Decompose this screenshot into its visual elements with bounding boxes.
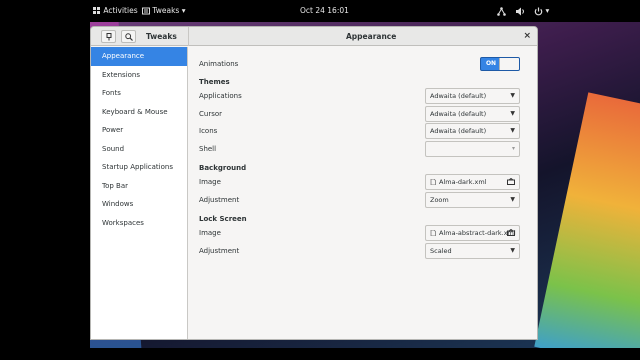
dropdown-value: Zoom — [430, 196, 449, 204]
wallpaper-stripe-right — [534, 92, 640, 348]
activities-button[interactable]: Activities — [93, 0, 138, 22]
clock[interactable]: Oct 24 16:01 — [300, 0, 349, 22]
pin-button[interactable] — [101, 30, 116, 43]
dropdown-value: Adwaita (default) — [430, 110, 487, 118]
sidebar-item-label: Fonts — [102, 89, 121, 97]
sidebar-item-windows[interactable]: Windows — [91, 195, 187, 214]
chevron-down-icon: ▼ — [510, 127, 515, 134]
sidebar-item-label: Power — [102, 126, 124, 134]
sidebar-item-workspaces[interactable]: Workspaces — [91, 214, 187, 233]
lock-image-label: Image — [199, 229, 221, 237]
sidebar-title: Tweaks — [146, 32, 177, 41]
chevron-down-icon: ▼ — [510, 92, 515, 99]
icons-row: Icons Adwaita (default) ▼ — [199, 123, 529, 139]
sidebar-item-top-bar[interactable]: Top Bar — [91, 177, 187, 196]
sidebar-item-label: Windows — [102, 200, 134, 208]
background-image-row: Image Alma-dark.xml — [199, 174, 529, 190]
applications-theme-dropdown[interactable]: Adwaita (default) ▼ — [425, 88, 520, 104]
app-menu[interactable]: Tweaks ▾ — [142, 0, 185, 22]
tweaks-window: Tweaks Appearance × Appearance Extension… — [90, 26, 538, 340]
pin-icon — [106, 33, 111, 41]
animations-label: Animations — [199, 60, 239, 68]
cursor-theme-dropdown[interactable]: Adwaita (default) ▼ — [425, 106, 520, 122]
lock-adjustment-row: Adjustment Scaled ▼ — [199, 243, 529, 259]
shell-row: Shell ▾ — [199, 141, 529, 157]
icons-label: Icons — [199, 127, 218, 135]
background-adjustment-dropdown[interactable]: Zoom ▼ — [425, 192, 520, 208]
chevron-down-icon: ▼ — [510, 247, 515, 254]
search-icon — [124, 33, 133, 41]
image-picker-icon — [507, 229, 515, 236]
search-button[interactable] — [121, 30, 136, 43]
sidebar-item-label: Workspaces — [102, 218, 144, 227]
lock-adjustment-label: Adjustment — [199, 247, 240, 255]
activities-icon — [93, 7, 100, 14]
volume-icon — [515, 7, 524, 15]
themes-heading: Themes — [199, 78, 230, 86]
animations-switch[interactable]: ON — [480, 57, 520, 71]
file-chooser-value: Alma-abstract-dark.xml — [439, 229, 516, 237]
lock-screen-heading: Lock Screen — [199, 215, 247, 223]
cursor-row: Cursor Adwaita (default) ▼ — [199, 106, 529, 122]
sidebar-item-keyboard-mouse[interactable]: Keyboard & Mouse — [91, 103, 187, 122]
network-icon — [497, 6, 506, 16]
sidebar-item-label: Keyboard & Mouse — [102, 107, 168, 116]
background-heading: Background — [199, 164, 247, 172]
applications-row: Applications Adwaita (default) ▼ — [199, 88, 529, 104]
system-menu[interactable]: ▾ — [497, 0, 549, 22]
animations-row: Animations ON — [199, 56, 529, 72]
shell-theme-dropdown[interactable]: ▾ — [425, 141, 520, 157]
background-image-label: Image — [199, 178, 221, 186]
sidebar: Appearance Extensions Fonts Keyboard & M… — [91, 47, 188, 339]
sidebar-item-power[interactable]: Power — [91, 121, 187, 140]
top-bar: Activities Tweaks ▾ Oct 24 16:01 ▾ — [0, 0, 640, 22]
activities-label: Activities — [103, 6, 138, 15]
file-icon — [430, 230, 436, 236]
sidebar-item-appearance[interactable]: Appearance — [91, 47, 187, 66]
chevron-down-icon: ▼ — [510, 196, 515, 203]
lock-adjustment-dropdown[interactable]: Scaled ▼ — [425, 243, 520, 259]
sidebar-item-fonts[interactable]: Fonts — [91, 84, 187, 103]
chevron-down-icon: ▾ — [511, 145, 515, 152]
cursor-label: Cursor — [199, 110, 223, 118]
chevron-down-icon: ▾ — [545, 6, 550, 15]
dropdown-value: Adwaita (default) — [430, 92, 487, 100]
sidebar-item-label: Extensions — [102, 70, 141, 79]
lock-image-chooser[interactable]: Alma-abstract-dark.xml — [425, 225, 520, 241]
background-adjustment-row: Adjustment Zoom ▼ — [199, 192, 529, 208]
file-icon — [430, 179, 436, 185]
file-chooser-value: Alma-dark.xml — [439, 178, 487, 186]
sidebar-item-label: Startup Applications — [102, 163, 173, 171]
image-picker-icon — [507, 178, 515, 185]
dropdown-value: Scaled — [430, 247, 452, 255]
page-title: Appearance — [346, 32, 397, 41]
header-divider — [188, 27, 189, 46]
header-bar: Tweaks Appearance × — [91, 27, 537, 46]
sidebar-item-label: Sound — [102, 144, 125, 153]
chevron-down-icon: ▾ — [181, 6, 186, 15]
background-image-chooser[interactable]: Alma-dark.xml — [425, 174, 520, 190]
sidebar-item-label: Appearance — [102, 52, 145, 60]
power-icon — [534, 7, 543, 15]
switch-state-label: ON — [485, 60, 497, 67]
sidebar-item-extensions[interactable]: Extensions — [91, 66, 187, 85]
dropdown-value: Adwaita (default) — [430, 127, 487, 135]
tweaks-app-icon — [142, 7, 150, 15]
sidebar-item-startup-applications[interactable]: Startup Applications — [91, 158, 187, 177]
applications-label: Applications — [199, 92, 242, 100]
close-button[interactable]: × — [523, 27, 531, 46]
sidebar-item-label: Top Bar — [102, 181, 129, 190]
chevron-down-icon: ▼ — [510, 110, 515, 117]
appearance-panel: Animations ON Themes Applications Adwait… — [189, 47, 537, 339]
switch-knob — [499, 58, 519, 70]
lock-image-row: Image Alma-abstract-dark.xml — [199, 225, 529, 241]
icons-theme-dropdown[interactable]: Adwaita (default) ▼ — [425, 123, 520, 139]
sidebar-item-sound[interactable]: Sound — [91, 140, 187, 159]
shell-label: Shell — [199, 145, 217, 153]
app-menu-label: Tweaks — [152, 6, 180, 15]
background-adjustment-label: Adjustment — [199, 196, 240, 204]
